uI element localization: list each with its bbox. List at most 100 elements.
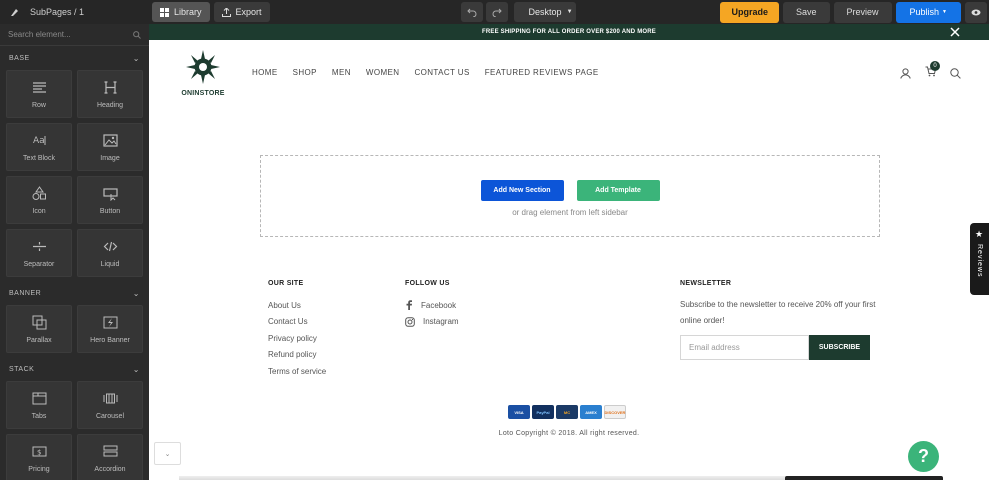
help-button[interactable]: ? [908, 441, 939, 472]
element-image[interactable]: Image [77, 123, 143, 171]
element-separator[interactable]: Separator [6, 229, 72, 277]
pages-icon [11, 9, 18, 16]
caret-down-icon: ▼ [566, 9, 573, 15]
element-button[interactable]: Button [77, 176, 143, 224]
store-logo[interactable]: ONINSTORE [181, 49, 225, 97]
menu-item-men[interactable]: MEN [332, 68, 351, 77]
heading-icon [104, 80, 116, 94]
section-banner-header[interactable]: BANNER ⌄ [0, 281, 149, 305]
save-button[interactable]: Save [782, 1, 830, 23]
brand-name: ONINSTORE [181, 90, 225, 97]
footer-link-privacy[interactable]: Privacy policy [268, 330, 326, 347]
user-icon[interactable] [900, 67, 911, 79]
amex-icon: AMEX [580, 405, 602, 419]
export-label: Export [235, 7, 262, 17]
element-label: Text Block [23, 154, 55, 162]
chevron-down-icon: ⌄ [132, 364, 140, 374]
add-template-button[interactable]: Add Template [576, 180, 660, 201]
footer-heading: NEWSLETTER [680, 280, 732, 287]
element-icon[interactable]: Icon [6, 176, 72, 224]
empty-section-dropzone[interactable]: Add New Section Add Template or drag ele… [260, 155, 880, 237]
element-accordion[interactable]: Accordion [77, 434, 143, 480]
element-parallax[interactable]: Parallax [6, 305, 72, 353]
footer-link-contact[interactable]: Contact Us [268, 314, 326, 331]
section-base-header[interactable]: BASE ⌄ [0, 46, 149, 70]
button-icon [102, 187, 118, 201]
paypal-icon: PayPal [532, 405, 554, 419]
page-canvas[interactable]: FREE SHIPPING FOR ALL ORDER OVER $200 AN… [149, 24, 989, 480]
menu-item-featured-reviews[interactable]: FEATURED REVIEWS PAGE [485, 68, 599, 77]
element-carousel[interactable]: Carousel [77, 381, 143, 429]
bottom-panel-handle[interactable] [785, 476, 943, 480]
publish-button[interactable]: Publish ▼ [895, 1, 961, 23]
instagram-icon [405, 316, 415, 327]
footer-link-about[interactable]: About Us [268, 297, 326, 314]
menu-item-women[interactable]: WOMEN [366, 68, 400, 77]
footer-heading: FOLLOW US [405, 280, 450, 287]
grid-icon [160, 7, 169, 17]
redo-icon [492, 8, 502, 17]
redo-button[interactable] [485, 2, 508, 22]
element-label: Separator [23, 260, 55, 268]
upgrade-button[interactable]: Upgrade [720, 1, 779, 23]
section-title: STACK [9, 365, 35, 373]
element-label: Tabs [31, 412, 47, 420]
accordion-icon [103, 445, 117, 456]
caret-down-icon: ▼ [942, 9, 947, 15]
element-heading[interactable]: Heading [77, 70, 143, 118]
element-liquid[interactable]: Liquid [77, 229, 143, 277]
library-button[interactable]: Library [152, 2, 210, 22]
section-title: BANNER [9, 289, 42, 297]
store-header: ONINSTORE HOME SHOP MEN WOMEN CONTACT US… [149, 40, 989, 106]
reviews-tab-label: Reviews [976, 244, 983, 278]
menu-item-contact[interactable]: CONTACT US [414, 68, 469, 77]
element-tabs[interactable]: Tabs [6, 381, 72, 429]
scroll-control[interactable]: ⌄ [154, 442, 181, 465]
footer-newsletter: NEWSLETTER Subscribe to the newsletter t… [680, 280, 876, 360]
chevron-down-icon: ⌄ [164, 450, 171, 458]
email-field[interactable]: Email address [680, 335, 809, 360]
preview-button[interactable]: Preview [833, 1, 892, 23]
reviews-tab[interactable]: ★ Reviews [970, 223, 989, 295]
menu-item-shop[interactable]: SHOP [293, 68, 317, 77]
logo-icon [186, 50, 220, 84]
bottom-shadow [179, 476, 827, 480]
element-text-block[interactable]: Aa Text Block [6, 123, 72, 171]
section-stack-header[interactable]: STACK ⌄ [0, 357, 149, 381]
footer-heading: OUR SITE [268, 280, 304, 287]
publish-label: Publish [909, 7, 940, 17]
element-label: Image [100, 154, 120, 162]
search-icon[interactable] [950, 67, 961, 79]
element-label: Row [31, 101, 46, 109]
export-button[interactable]: Export [213, 2, 270, 22]
breadcrumb-text[interactable]: SubPages / 1 [30, 7, 84, 17]
separator-icon [32, 241, 46, 251]
element-row[interactable]: Row [6, 70, 72, 118]
search-icon [133, 30, 141, 39]
footer-link-refund[interactable]: Refund policy [268, 347, 326, 364]
parallax-icon [32, 315, 46, 329]
svg-text:$: $ [37, 448, 41, 456]
device-select[interactable]: Desktop ▼ [513, 2, 576, 22]
element-hero-banner[interactable]: Hero Banner [77, 305, 143, 353]
add-new-section-button[interactable]: Add New Section [480, 180, 564, 201]
footer-link-instagram[interactable]: Instagram [405, 314, 459, 331]
facebook-icon [406, 300, 412, 311]
upload-icon [221, 7, 231, 17]
close-icon[interactable] [949, 26, 961, 38]
undo-button[interactable] [460, 2, 483, 22]
image-icon [102, 133, 118, 147]
chevron-down-icon: ⌄ [132, 53, 140, 63]
svg-text:Aa: Aa [33, 136, 45, 146]
view-toggle-button[interactable] [965, 1, 987, 23]
cart-button[interactable]: 0 [925, 61, 940, 80]
footer-link-facebook[interactable]: Facebook [405, 297, 459, 314]
eye-icon [971, 9, 981, 15]
menu-item-home[interactable]: HOME [252, 68, 278, 77]
footer-link-terms[interactable]: Terms of service [268, 363, 326, 380]
chevron-down-icon: ⌄ [132, 288, 140, 298]
element-search[interactable]: Search element... [0, 24, 149, 46]
row-icon [32, 81, 46, 93]
element-pricing[interactable]: $ Pricing [6, 434, 72, 480]
subscribe-button[interactable]: SUBSCRIBE [809, 335, 870, 360]
